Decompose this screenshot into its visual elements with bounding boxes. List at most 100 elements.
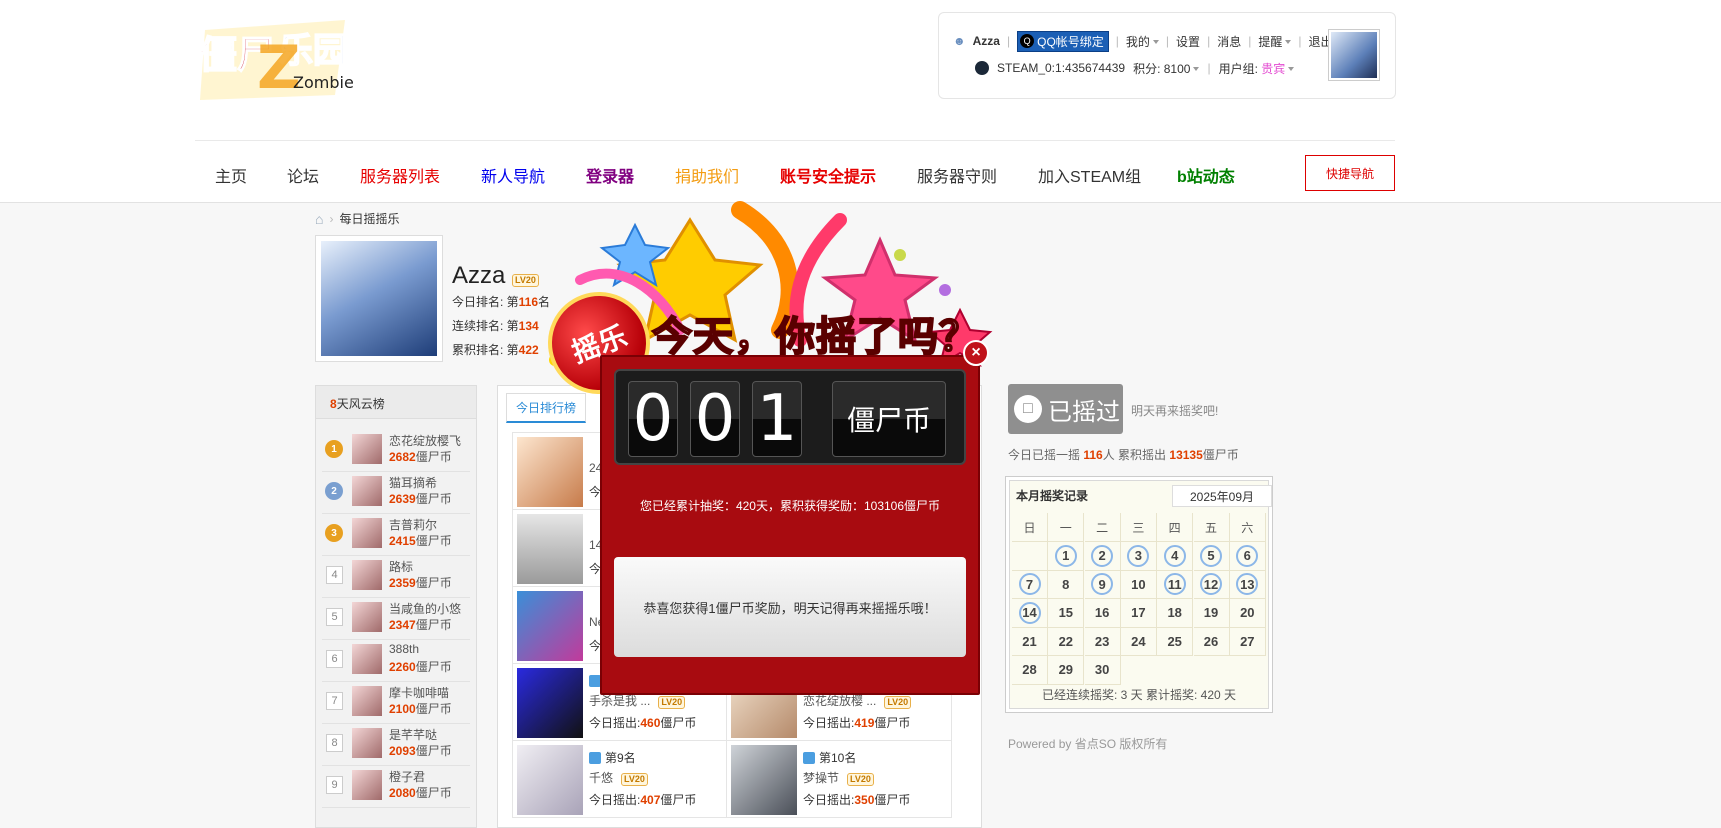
popup-banner: 今天，你摇了吗？: [651, 314, 980, 360]
nav-forum[interactable]: 论坛: [287, 163, 319, 187]
nav-account-security[interactable]: 账号安全提示: [780, 163, 876, 187]
streak-rank: 连续排名: 第134: [452, 319, 539, 333]
breadcrumb: ⌂ › 每日摇摇乐: [315, 210, 400, 227]
settings-link[interactable]: 设置: [1176, 33, 1200, 50]
avatar[interactable]: [352, 518, 382, 548]
calendar-day: 5: [1193, 541, 1230, 571]
quick-nav-button[interactable]: 快捷导航: [1305, 155, 1395, 191]
calendar-day: 25: [1157, 627, 1194, 656]
calendar-day: 3: [1120, 541, 1157, 571]
leaderboard-panel: 8天风云榜 1 恋花绽放樱飞 2682僵尸币 2 猫耳摘希 2639僵尸币 3 吉普莉尔 241…: [315, 385, 477, 828]
main-nav: 主页 论坛 服务器列表 新人导航 登录器 捐助我们 账号安全提示 服务器守则 加…: [195, 140, 1395, 203]
leaderboard-coins: 2093僵尸币: [389, 744, 452, 758]
leaderboard-name[interactable]: 摩卡咖啡喵: [389, 684, 449, 701]
home-icon[interactable]: ⌂: [315, 211, 323, 227]
leaderboard-coins: 2359僵尸币: [389, 576, 452, 590]
checked-day-marker: 9: [1091, 573, 1114, 595]
calendar-day: 27: [1229, 627, 1266, 656]
calendar-day: 13: [1229, 570, 1266, 599]
avatar[interactable]: [352, 602, 382, 632]
svg-text:Zombie Den: Zombie Den: [293, 73, 355, 92]
calendar-day: 20: [1229, 598, 1266, 628]
calendar-day: 9: [1084, 570, 1121, 599]
counter-unit: 僵尸币: [832, 381, 946, 457]
calendar-weekday: 六: [1229, 513, 1266, 542]
level-badge: LV20: [621, 773, 648, 786]
chevron-down-icon: [1285, 40, 1292, 45]
leaderboard-name[interactable]: 路标: [389, 558, 413, 575]
username-link[interactable]: Azza: [973, 34, 1000, 48]
leaderboard-coins: 2080僵尸币: [389, 786, 452, 800]
card-name[interactable]: 千悠 LV20: [589, 769, 648, 786]
nav-home[interactable]: 主页: [215, 163, 247, 187]
counter-digit: 0: [628, 381, 678, 457]
counter-digit: 1: [752, 381, 802, 457]
leaderboard-name[interactable]: 吉普莉尔: [389, 516, 437, 533]
leaderboard-name[interactable]: 橙子君: [389, 768, 425, 785]
leaderboard-name[interactable]: 猫耳摘希: [389, 474, 437, 491]
messages-link[interactable]: 消息: [1217, 33, 1241, 50]
user-icon: ☻: [953, 34, 966, 48]
rank-number: 4: [326, 566, 343, 584]
nav-steam-group[interactable]: 加入STEAM组: [1038, 163, 1141, 187]
points-menu[interactable]: 积分: 8100: [1133, 60, 1200, 77]
leaderboard-name[interactable]: 恋花绽放樱飞: [389, 432, 461, 449]
avatar[interactable]: [352, 728, 382, 758]
avatar[interactable]: [352, 434, 382, 464]
card-coins: 今日摇出:407僵尸币: [589, 793, 697, 807]
card-name[interactable]: 梦操节 LV20: [803, 769, 874, 786]
calendar-day: 18: [1157, 598, 1194, 628]
checked-day-marker: 2: [1091, 544, 1114, 567]
tomorrow-hint: 明天再来摇奖吧!: [1131, 404, 1219, 418]
nav-server-list[interactable]: 服务器列表: [360, 163, 440, 187]
avatar[interactable]: [517, 745, 583, 815]
profile-avatar: [315, 235, 443, 362]
nav-bilibili[interactable]: b站动态: [1177, 163, 1235, 187]
leaderboard-row: 9 橙子君 2080僵尸币: [322, 762, 470, 808]
usergroup-menu[interactable]: 用户组: 贵宾: [1219, 60, 1295, 77]
qq-icon: Q: [1020, 34, 1035, 48]
nav-newbie-guide[interactable]: 新人导航: [481, 163, 545, 187]
calendar-day: 4: [1157, 541, 1194, 571]
counter-digit: 0: [690, 381, 740, 457]
leaderboard-row: 8 是芊芊哒 2093僵尸币: [322, 720, 470, 766]
breadcrumb-current: 每日摇摇乐: [339, 212, 400, 226]
qq-bind-button[interactable]: Q QQ帐号绑定: [1017, 30, 1109, 52]
avatar[interactable]: [352, 476, 382, 506]
nav-launcher[interactable]: 登录器: [586, 163, 634, 187]
calendar-weekday: 三: [1120, 513, 1157, 542]
rank-number: 6: [326, 650, 343, 668]
avatar[interactable]: [1328, 29, 1380, 81]
card-coins: 今日摇出:350僵尸币: [803, 793, 911, 807]
leaderboard-coins: 2260僵尸币: [389, 660, 452, 674]
avatar[interactable]: [352, 644, 382, 674]
reminders-menu[interactable]: 提醒: [1258, 33, 1292, 50]
nav-server-rules[interactable]: 服务器守则: [917, 163, 997, 187]
user-menu-row: ☻ Azza | Q QQ帐号绑定 | 我的 | 设置 | 消息 | 提醒 | 退…: [953, 30, 1332, 52]
shake-result-popup: 0 0 1 僵尸币 您已经累计抽奖：420天，累积获得奖励：103106僵尸币 …: [600, 355, 980, 695]
rank-number: 5: [326, 608, 343, 626]
calendar-day: 10: [1120, 570, 1157, 599]
avatar[interactable]: [352, 770, 382, 800]
nav-donate[interactable]: 捐助我们: [675, 163, 739, 187]
my-menu[interactable]: 我的: [1126, 33, 1159, 50]
profile-name: Azza LV20: [452, 262, 539, 290]
close-icon[interactable]: ×: [963, 340, 989, 366]
leaderboard-title: 8天风云榜: [316, 386, 476, 419]
avatar[interactable]: [352, 560, 382, 590]
leaderboard-name[interactable]: 388th: [389, 642, 419, 656]
user-info-row: STEAM_0:1:435674439 积分: 8100 | 用户组: 贵宾: [975, 58, 1295, 78]
ranking-card: 第9名千悠 LV20 今日摇出:407僵尸币: [512, 740, 738, 818]
avatar[interactable]: [731, 745, 797, 815]
avatar[interactable]: [352, 686, 382, 716]
calendar-day: 30: [1084, 655, 1121, 685]
leaderboard-name[interactable]: 当咸鱼的小悠: [389, 600, 461, 617]
card-rank: 第9名: [589, 749, 636, 766]
card-rank: 第10名: [803, 749, 856, 766]
calendar-weekday: 五: [1193, 513, 1230, 542]
site-logo[interactable]: 僵尸 乐园 Z Zombie Den: [195, 10, 391, 105]
calendar-day: 12: [1193, 570, 1230, 599]
ranking-card: 第10名梦操节 LV20 今日摇出:350僵尸币: [726, 740, 952, 818]
checked-day-marker: 12: [1200, 573, 1222, 595]
leaderboard-name[interactable]: 是芊芊哒: [389, 726, 437, 743]
